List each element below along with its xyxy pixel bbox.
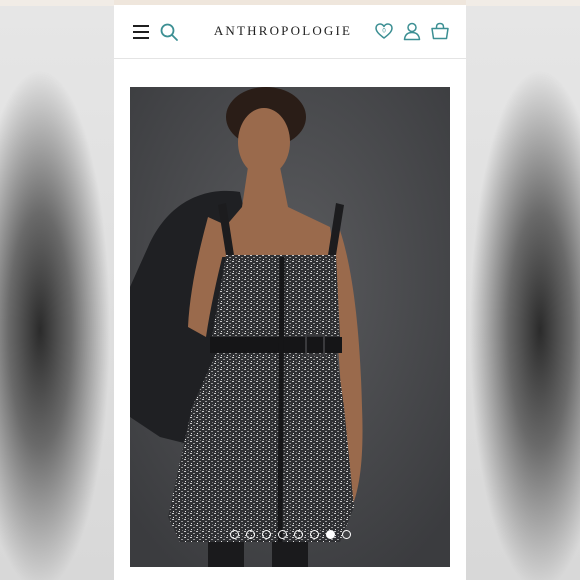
user-icon[interactable] — [402, 21, 422, 41]
svg-text:0: 0 — [382, 29, 386, 35]
heart-icon[interactable]: 0 — [374, 21, 394, 41]
carousel-dots — [130, 530, 450, 542]
bag-icon[interactable] — [430, 21, 450, 41]
search-icon[interactable] — [159, 22, 179, 42]
site-header: ANTHROPOLOGIE 0 — [114, 5, 466, 59]
menu-icon[interactable] — [133, 25, 149, 39]
product-photo-illustration — [130, 87, 450, 567]
carousel-dot[interactable] — [245, 530, 255, 539]
carousel-dot[interactable] — [325, 530, 335, 539]
product-page: ANTHROPOLOGIE 0 — [114, 0, 466, 580]
carousel-dot[interactable] — [277, 530, 287, 539]
brand-logo[interactable]: ANTHROPOLOGIE — [210, 23, 356, 39]
carousel-dot[interactable] — [293, 530, 303, 539]
product-image[interactable] — [130, 87, 450, 567]
carousel-dot[interactable] — [309, 530, 319, 539]
carousel-dot[interactable] — [229, 530, 239, 539]
carousel-dot[interactable] — [261, 530, 271, 539]
carousel-dot[interactable] — [341, 530, 351, 539]
